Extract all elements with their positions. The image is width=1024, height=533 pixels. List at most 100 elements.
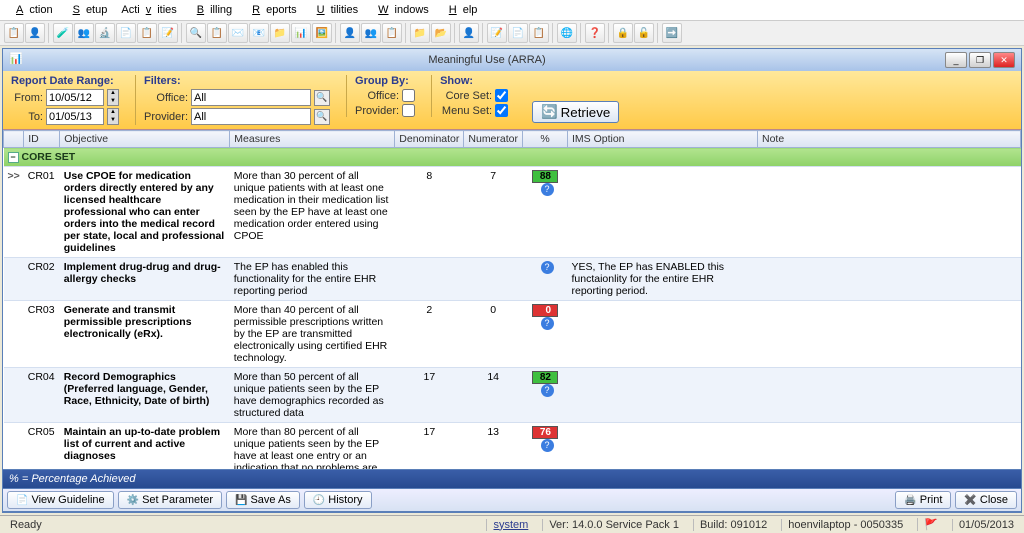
- status-system-link[interactable]: system: [486, 519, 534, 531]
- provider-lookup-button[interactable]: 🔍: [314, 109, 330, 125]
- toolbar-btn-5[interactable]: 🔬: [95, 23, 115, 43]
- cell-denominator: 17: [395, 368, 464, 423]
- col-percent[interactable]: %: [523, 131, 568, 148]
- table-row[interactable]: CR05Maintain an up-to-date problem list …: [4, 423, 1021, 471]
- toolbar-btn-21[interactable]: 👤: [459, 23, 479, 43]
- toolbar-btn-7[interactable]: 📋: [137, 23, 157, 43]
- col-ims[interactable]: IMS Option: [568, 131, 758, 148]
- toolbar-btn-13[interactable]: 📁: [270, 23, 290, 43]
- toolbar-btn-24[interactable]: 📋: [529, 23, 549, 43]
- toolbar-btn-4[interactable]: 👥: [74, 23, 94, 43]
- toolbar-btn-3[interactable]: 🧪: [53, 23, 73, 43]
- menu-windows[interactable]: Windows: [366, 2, 435, 18]
- from-date-input[interactable]: [46, 89, 104, 106]
- section-row[interactable]: −CORE SET: [4, 148, 1021, 167]
- toolbar-btn-20[interactable]: 📂: [431, 23, 451, 43]
- group-provider-checkbox[interactable]: [402, 104, 415, 117]
- office-combo[interactable]: [191, 89, 311, 106]
- show-menu-checkbox[interactable]: [495, 104, 508, 117]
- grid-container[interactable]: ID Objective Measures Denominator Numera…: [3, 130, 1021, 470]
- toolbar-btn-29[interactable]: ➡️: [662, 23, 682, 43]
- status-date: 01/05/2013: [952, 519, 1020, 531]
- toolbar-btn-18[interactable]: 📋: [382, 23, 402, 43]
- save-as-label: Save As: [250, 494, 290, 506]
- help-icon[interactable]: ?: [541, 183, 554, 196]
- toolbar-btn-17[interactable]: 👥: [361, 23, 381, 43]
- col-denominator[interactable]: Denominator: [395, 131, 464, 148]
- to-label: To:: [11, 111, 43, 123]
- group-office-checkbox[interactable]: [402, 89, 415, 102]
- menu-setup[interactable]: Setup: [61, 2, 114, 18]
- table-row[interactable]: CR02Implement drug-drug and drug-allergy…: [4, 258, 1021, 301]
- to-date-spinner[interactable]: ▲▼: [107, 108, 119, 125]
- toolbar-btn-14[interactable]: 📊: [291, 23, 311, 43]
- toolbar-btn-1[interactable]: 📋: [4, 23, 24, 43]
- toolbar-btn-22[interactable]: 📝: [487, 23, 507, 43]
- table-row[interactable]: >>CR01Use CPOE for medication orders dir…: [4, 167, 1021, 258]
- close-button[interactable]: ✖️Close: [955, 491, 1017, 509]
- maximize-button[interactable]: ❐: [969, 52, 991, 68]
- col-numerator[interactable]: Numerator: [464, 131, 523, 148]
- retrieve-button[interactable]: 🔄 Retrieve: [532, 101, 619, 123]
- toolbar-btn-19[interactable]: 📁: [410, 23, 430, 43]
- set-parameter-button[interactable]: ⚙️Set Parameter: [118, 491, 222, 509]
- toolbar-btn-10[interactable]: 📋: [207, 23, 227, 43]
- menu-utilities[interactable]: Utilities: [305, 2, 364, 18]
- toolbar-btn-25[interactable]: 🌐: [557, 23, 577, 43]
- from-date-spinner[interactable]: ▲▼: [107, 89, 119, 106]
- table-row[interactable]: CR04Record Demographics (Preferred langu…: [4, 368, 1021, 423]
- cell-note: [758, 368, 1021, 423]
- close-window-button[interactable]: ✕: [993, 52, 1015, 68]
- to-date-input[interactable]: [46, 108, 104, 125]
- show-core-label: Core Set:: [440, 90, 492, 102]
- toolbar-btn-23[interactable]: 📄: [508, 23, 528, 43]
- filters-title: Filters:: [144, 75, 330, 87]
- toolbar-btn-12[interactable]: 📧: [249, 23, 269, 43]
- cell-objective: Generate and transmit permissible prescr…: [60, 301, 230, 368]
- save-as-button[interactable]: 💾Save As: [226, 491, 300, 509]
- help-icon[interactable]: ?: [541, 384, 554, 397]
- cell-denominator: 17: [395, 423, 464, 471]
- history-icon: 🕘: [313, 495, 325, 506]
- toolbar-btn-9[interactable]: 🔍: [186, 23, 206, 43]
- toolbar-btn-15[interactable]: 🖼️: [312, 23, 332, 43]
- toolbar-btn-8[interactable]: 📝: [158, 23, 178, 43]
- menu-billing[interactable]: Billing: [185, 2, 238, 18]
- cell-percent: 0?: [523, 301, 568, 368]
- col-objective[interactable]: Objective: [60, 131, 230, 148]
- col-id[interactable]: ID: [24, 131, 60, 148]
- menu-reports[interactable]: Reports: [240, 2, 303, 18]
- menu-help[interactable]: Help: [437, 2, 484, 18]
- help-icon[interactable]: ?: [541, 439, 554, 452]
- cell-objective: Record Demographics (Preferred language,…: [60, 368, 230, 423]
- toolbar-btn-6[interactable]: 📄: [116, 23, 136, 43]
- toolbar-btn-16[interactable]: 👤: [340, 23, 360, 43]
- toolbar-btn-28[interactable]: 🔓: [634, 23, 654, 43]
- toolbar-btn-2[interactable]: 👤: [25, 23, 45, 43]
- table-row[interactable]: CR03Generate and transmit permissible pr…: [4, 301, 1021, 368]
- menu-action[interactable]: Action: [4, 2, 59, 18]
- group-provider-label: Provider:: [355, 105, 399, 117]
- print-button[interactable]: 🖨️Print: [895, 491, 951, 509]
- office-label: Office:: [144, 92, 188, 104]
- print-label: Print: [920, 494, 943, 506]
- view-guideline-button[interactable]: 📄View Guideline: [7, 491, 114, 509]
- office-lookup-button[interactable]: 🔍: [314, 90, 330, 106]
- history-button[interactable]: 🕘History: [304, 491, 372, 509]
- cell-id: CR01: [24, 167, 60, 258]
- col-measures[interactable]: Measures: [230, 131, 395, 148]
- toolbar-btn-27[interactable]: 🔒: [613, 23, 633, 43]
- cell-measures: More than 30 percent of all unique patie…: [230, 167, 395, 258]
- col-pointer[interactable]: [4, 131, 24, 148]
- provider-combo[interactable]: [191, 108, 311, 125]
- toolbar-btn-26[interactable]: ❓: [585, 23, 605, 43]
- help-icon[interactable]: ?: [541, 261, 554, 274]
- menu-activities[interactable]: Activities: [115, 2, 182, 18]
- section-toggle-icon[interactable]: −: [8, 152, 19, 163]
- cell-percent: 82?: [523, 368, 568, 423]
- show-core-checkbox[interactable]: [495, 89, 508, 102]
- minimize-button[interactable]: _: [945, 52, 967, 68]
- toolbar-btn-11[interactable]: ✉️: [228, 23, 248, 43]
- col-note[interactable]: Note: [758, 131, 1021, 148]
- help-icon[interactable]: ?: [541, 317, 554, 330]
